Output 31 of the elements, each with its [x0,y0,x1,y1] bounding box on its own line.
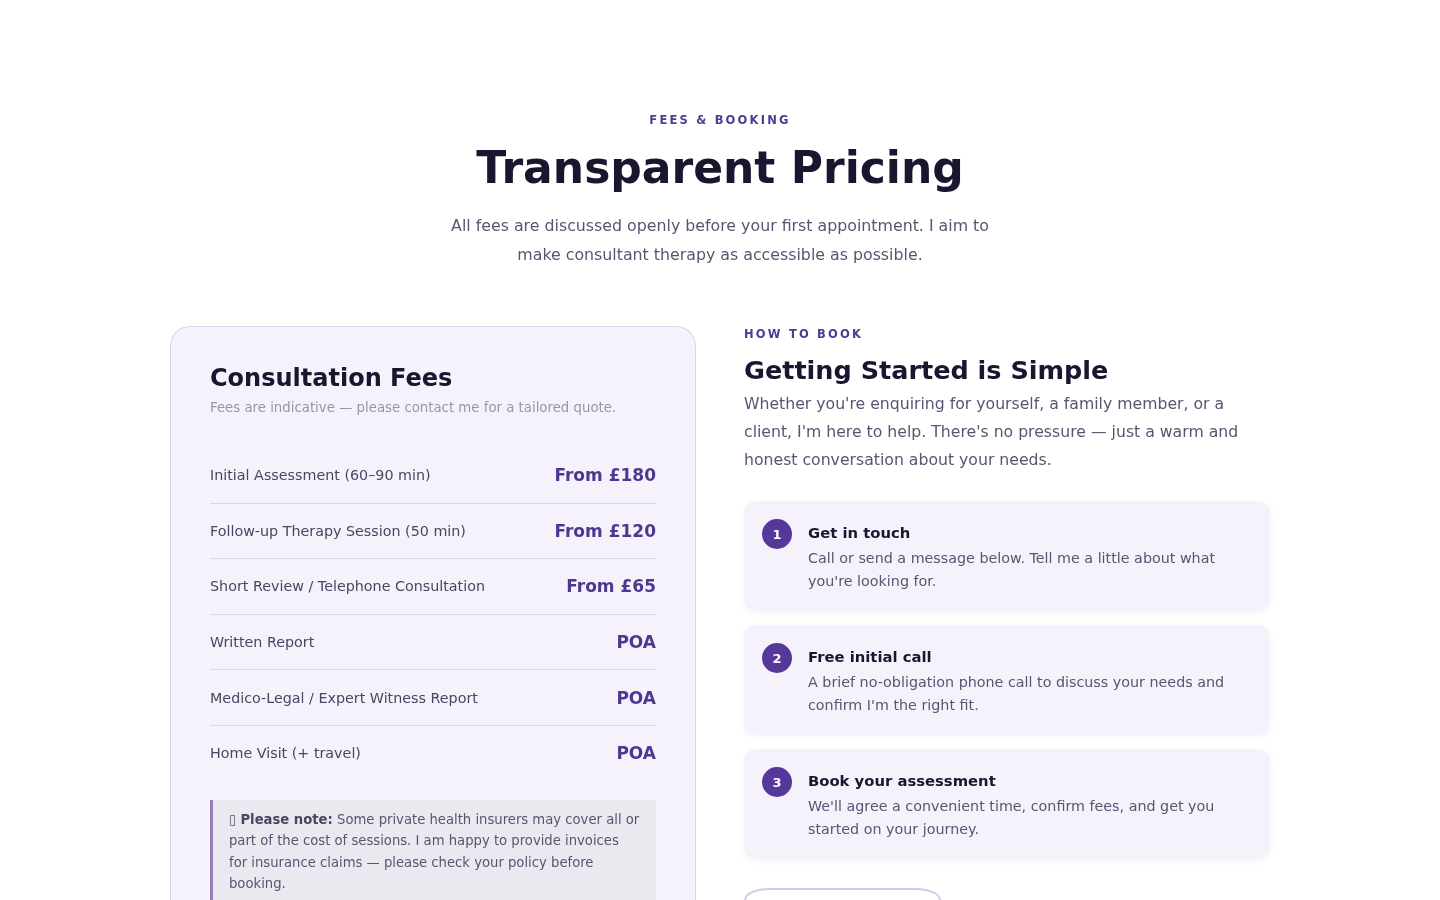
service-name: Medico-Legal / Expert Witness Report [210,688,478,708]
service-name: Initial Assessment (60–90 min) [210,466,431,486]
service-name: Written Report [210,633,315,653]
service-price: POA [616,742,656,766]
service-price: POA [616,631,656,655]
service-price: From £180 [554,464,656,488]
service-price: From £65 [566,575,656,599]
card-subtitle: Fees are indicative — please contact me for a tailored quote. [210,399,618,417]
outline-button[interactable] [744,888,941,900]
note-text: ▯ Please note: Some private health insurers may cover all or part of the cost of sessions. I am happy to provide invoices for insurance claims — please check your policy before booking. [229,810,640,894]
section-intro: Whether you're enquiring for yourself, a family member, or a client, I'm here to help. There's no pressure — just a warm and honest conversation about your needs. [744,393,1240,471]
service-name: Home Visit (+ travel) [210,744,361,764]
intro-text: All fees are discussed openly before your first appointment. I aim to make consultant therapy as accessible as possible. [450,215,990,266]
section-eyebrow: HOW TO BOOK [744,326,864,342]
service-name: Short Review / Telephone Consultation [210,577,485,597]
step-description: A brief no-obligation phone call to discuss your needs and confirm I'm the right fit. [808,673,1226,715]
step-number: 3 [762,767,792,797]
service-price: From £120 [554,519,656,543]
step-description: Call or send a message below. Tell me a little about what you're looking for. [808,549,1217,591]
step-title: Book your assessment [808,771,997,791]
step-title: Get in touch [808,523,912,543]
card-title: Consultation Fees [210,364,454,393]
step-description: We'll agree a convenient time, confirm fees, and get you started on your journey. [808,797,1216,839]
section-title: Getting Started is Simple [744,355,1109,386]
service-price: POA [616,686,656,710]
service-name: Follow-up Therapy Session (50 min) [210,521,466,541]
step-title: Free initial call [808,647,933,667]
page-title: Transparent Pricing [476,141,964,195]
step-number: 1 [762,519,792,549]
step-number: 2 [762,643,792,673]
section-eyebrow: FEES & BOOKING [649,112,791,128]
